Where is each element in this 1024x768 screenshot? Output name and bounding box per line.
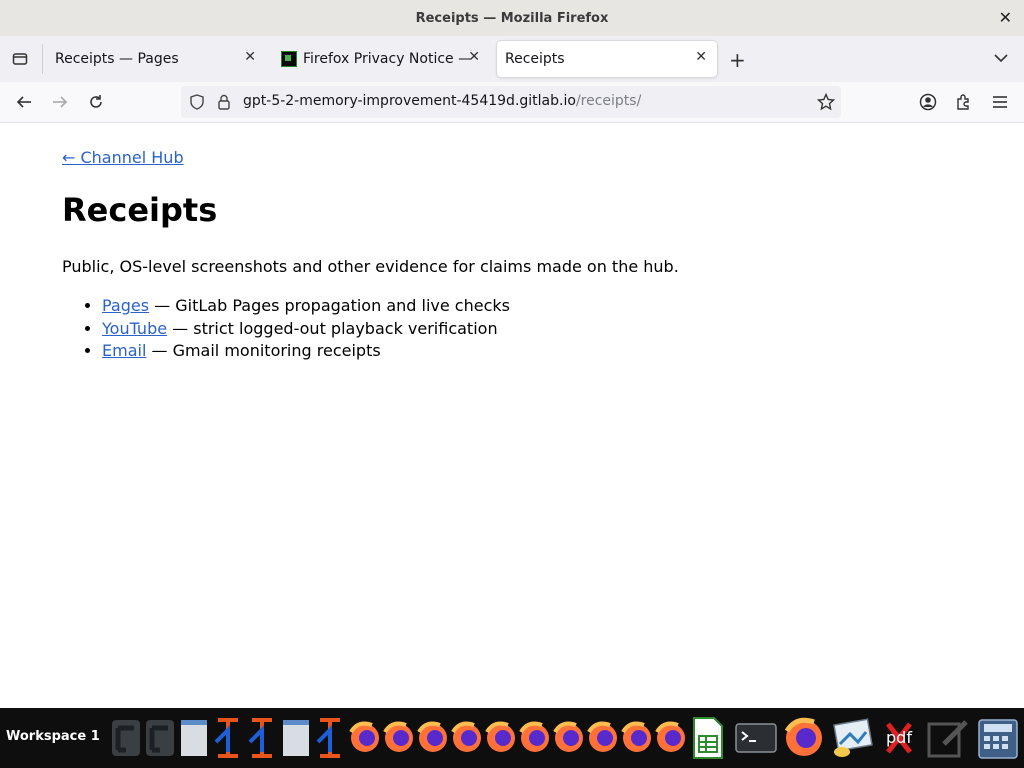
calculator-icon[interactable] bbox=[976, 716, 1020, 760]
list-all-tabs-icon[interactable] bbox=[994, 48, 1008, 67]
list-item: Email — Gmail monitoring receipts bbox=[102, 340, 510, 363]
gnome-terminal-icon[interactable] bbox=[110, 716, 142, 760]
firefox-icon[interactable] bbox=[382, 716, 414, 760]
tab-receipts-pages[interactable]: Receipts — Pages ✕ bbox=[44, 41, 266, 77]
list-item-desc: — Gmail monitoring receipts bbox=[146, 341, 381, 361]
tab-close-icon[interactable]: ✕ bbox=[695, 49, 707, 65]
list-item: Pages — GitLab Pages propagation and liv… bbox=[102, 295, 510, 318]
firefox-icon[interactable] bbox=[586, 716, 618, 760]
image-viewer-icon[interactable] bbox=[830, 716, 874, 760]
puzzle-icon bbox=[957, 94, 969, 110]
tab-label: Firefox Privacy Notice — bbox=[303, 51, 473, 67]
account-button[interactable] bbox=[916, 90, 940, 114]
firefox-icon[interactable] bbox=[484, 716, 516, 760]
window-close-icon[interactable]: ✕ bbox=[999, 8, 1012, 27]
firefox-icon[interactable] bbox=[552, 716, 584, 760]
url-text[interactable]: gpt-5-2-memory-improvement-45419d.gitlab… bbox=[243, 93, 641, 109]
terminal-icon[interactable] bbox=[734, 716, 778, 760]
tab-receipts[interactable]: Receipts ✕ bbox=[497, 41, 717, 77]
tab-bar: Receipts — Pages ✕ Firefox Privacy Notic… bbox=[0, 36, 1024, 82]
firefox-icon[interactable] bbox=[654, 716, 686, 760]
tab-label: Receipts — Pages bbox=[55, 51, 179, 67]
spreadsheet-icon[interactable] bbox=[690, 716, 723, 760]
back-arrow-icon bbox=[16, 96, 31, 108]
list-item-desc: — GitLab Pages propagation and live chec… bbox=[149, 296, 510, 315]
firefox-icon[interactable] bbox=[782, 716, 826, 760]
extensions-button[interactable] bbox=[952, 90, 976, 114]
youtube-link[interactable]: YouTube bbox=[102, 319, 167, 338]
bookmark-star-icon[interactable] bbox=[816, 92, 836, 115]
back-to-channel-hub-link[interactable]: ← Channel Hub bbox=[62, 148, 184, 167]
workspace-label[interactable]: Workspace 1 bbox=[6, 729, 100, 744]
forward-arrow-icon bbox=[53, 96, 68, 108]
reload-button[interactable] bbox=[84, 90, 108, 114]
window-title: Receipts — Mozilla Firefox bbox=[415, 10, 609, 26]
page-intro: Public, OS-level screenshots and other e… bbox=[62, 257, 679, 276]
tab-firefox-privacy[interactable]: Firefox Privacy Notice — ✕ bbox=[272, 41, 490, 77]
firefox-icon[interactable] bbox=[348, 716, 380, 760]
forward-button[interactable] bbox=[48, 90, 72, 114]
jupyter-icon[interactable] bbox=[246, 716, 278, 760]
tab-close-icon[interactable]: ✕ bbox=[244, 49, 256, 65]
firefox-icon[interactable] bbox=[450, 716, 482, 760]
firefox-icon[interactable] bbox=[518, 716, 550, 760]
url-bar[interactable]: gpt-5-2-memory-improvement-45419d.gitlab… bbox=[181, 86, 841, 118]
firefox-icon[interactable] bbox=[416, 716, 448, 760]
page-content: ← Channel Hub Receipts Public, OS-level … bbox=[0, 123, 1024, 708]
page-title: Receipts bbox=[62, 191, 218, 229]
tab-separator bbox=[42, 44, 43, 74]
gnome-terminal-icon[interactable] bbox=[144, 716, 176, 760]
list-item-desc: — strict logged-out playback verificatio… bbox=[167, 318, 498, 338]
text-editor-icon[interactable] bbox=[178, 716, 210, 760]
hamburger-menu-icon bbox=[993, 96, 1007, 108]
window-titlebar: Receipts — Mozilla Firefox ✕ bbox=[0, 0, 1024, 36]
email-link[interactable]: Email bbox=[102, 341, 146, 360]
url-domain: gpt-5-2-memory-improvement-45419d.gitlab… bbox=[243, 93, 576, 109]
jupyter-icon[interactable] bbox=[314, 716, 346, 760]
shield-icon[interactable] bbox=[189, 94, 205, 114]
text-editor-icon[interactable] bbox=[926, 716, 970, 760]
new-tab-icon[interactable]: + bbox=[729, 48, 746, 72]
url-path: /receipts/ bbox=[575, 93, 642, 109]
account-icon bbox=[919, 93, 937, 111]
firefox-view-icon bbox=[12, 53, 28, 65]
menu-button[interactable] bbox=[988, 90, 1012, 114]
pages-link[interactable]: Pages bbox=[102, 296, 149, 315]
reload-icon bbox=[90, 95, 102, 108]
pdf-icon[interactable]: pdf bbox=[886, 728, 912, 747]
tab-close-icon[interactable]: ✕ bbox=[468, 49, 480, 65]
lock-icon[interactable] bbox=[217, 94, 231, 114]
back-button[interactable] bbox=[12, 90, 36, 114]
firefox-view-button[interactable] bbox=[8, 47, 32, 71]
navigation-bar: gpt-5-2-memory-improvement-45419d.gitlab… bbox=[0, 82, 1024, 123]
firefox-icon[interactable] bbox=[620, 716, 652, 760]
taskbar: Workspace 1 pdf bbox=[0, 708, 1024, 768]
receipts-list: Pages — GitLab Pages propagation and liv… bbox=[62, 295, 510, 363]
list-item: YouTube — strict logged-out playback ver… bbox=[102, 318, 510, 341]
text-editor-icon[interactable] bbox=[280, 716, 312, 760]
jupyter-icon[interactable] bbox=[212, 716, 244, 760]
favicon-icon bbox=[281, 51, 297, 67]
tab-label: Receipts bbox=[505, 51, 565, 67]
